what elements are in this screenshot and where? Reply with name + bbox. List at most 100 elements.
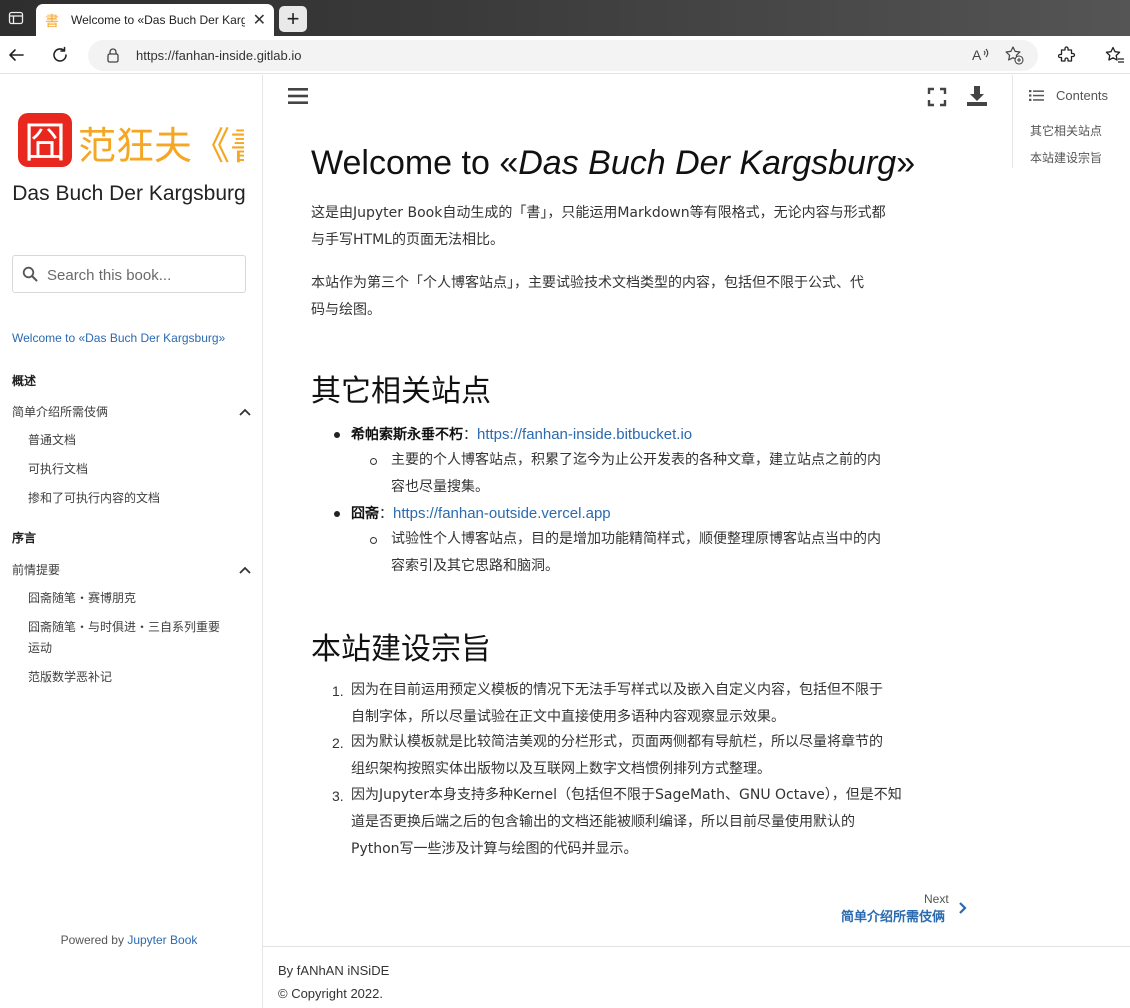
search-input[interactable] [47,264,237,286]
related-item-1-desc: 主要的个人博客站点，积累了迄今为止公开发表的各种文章，建立站点之前的内 容也尽量… [391,447,961,501]
favorites-icon[interactable] [1104,44,1126,66]
heading-related-sites: 其它相关站点 [311,374,491,409]
left-sidebar: 囧 范狂夫《書》 Das Buch Der Kargsburg Welcome … [0,75,306,1008]
powered-by: Powered by Jupyter Book [0,933,258,947]
title-suffix: » [896,144,916,182]
tab-title: Welcome to «Das Buch Der Kargsburg» [71,13,245,27]
purpose-item-3-line1: 因为Jupyter本身支持多种Kernel（包括但不限于SageMath、GNU… [351,787,902,803]
related-item-2-desc: 试验性个人博客站点，目的是增加功能精简样式，顺便整理原博客站点当中的内 容索引及… [391,526,961,580]
intro-line1: 这是由Jupyter Book自动生成的「書」，只能运用Markdown等有限格… [311,205,886,221]
list-icon [1029,90,1044,101]
sidebar-item-section2[interactable]: 前情提要 [12,561,60,578]
purpose-paragraph: 本站作为第三个「个人博客站点」，主要试验技术文档类型的内容，包括但不限于公式、代… [311,270,963,324]
related-item-1-desc-line1: 主要的个人博客站点，积累了迄今为止公开发表的各种文章，建立站点之前的内 [391,452,881,468]
next-label: Next [924,892,949,906]
title-prefix: Welcome to « [311,144,519,182]
page-toc: Contents 其它相关站点 本站建设宗旨 [1012,75,1130,168]
purpose-item-1-line2: 自制字体，所以尽量试验在正文中直接使用多语种内容观察显示效果。 [351,709,785,725]
read-aloud-icon[interactable]: A [970,45,990,69]
address-bar[interactable]: https://fanhan-inside.gitlab.io A [88,40,1038,71]
purpose-item-3-line2: 道是否更换后端之后的包含输出的文档还能被顺利编译，所以目前尽量使用默认的 [351,814,855,830]
purpose-line2: 码与绘图。 [311,302,381,318]
list-number: 2. [332,735,344,751]
bullet-dot [334,511,340,517]
related-item-1-name: 希帕索斯永垂不朽 [351,427,463,443]
svg-text:A: A [972,47,982,63]
bullet-dot [334,432,340,438]
footer-copyright: © Copyright 2022. [278,986,383,1001]
logo-text: 范狂夫《書》 [78,124,244,168]
url-text[interactable]: https://fanhan-inside.gitlab.io [136,48,302,63]
download-icon[interactable] [965,84,989,108]
purpose-item-2: 因为默认模板就是比较简洁美观的分栏形式，页面两侧都有导航栏，所以尽量将章节的 组… [351,729,971,783]
tab-close-icon[interactable]: ✕ [253,12,266,28]
sidebar-item-cyberpunk[interactable]: 囧斋随笔・赛博朋克 [28,589,136,606]
site-logo[interactable]: 囧 范狂夫《書》 [16,111,306,175]
purpose-item-3: 因为Jupyter本身支持多种Kernel（包括但不限于SageMath、GNU… [351,782,971,863]
sidebar-item-mixed-doc[interactable]: 掺和了可执行内容的文档 [28,489,160,506]
bullet-circle [370,537,377,544]
footer-author: By fANhAN iNSiDE [278,963,390,978]
sidebar-caption-overview: 概述 [12,374,37,388]
sidebar-item-section1[interactable]: 简单介绍所需伎俩 [12,403,108,420]
page-title: Welcome to «Das Buch Der Kargsburg» [311,144,915,183]
toc-item-related[interactable]: 其它相关站点 [1030,122,1102,139]
purpose-item-2-line2: 组织架构按照实体出版物以及互联网上数字文档惯例排列方式整理。 [351,761,771,777]
sidebar-item-three-self-cont[interactable]: 运动 [28,639,52,656]
sidebar-item-math-notes[interactable]: 范版数学恶补记 [28,668,112,685]
add-favorite-icon[interactable] [1004,45,1024,69]
chevron-right-icon[interactable] [957,901,967,915]
related-item-2-desc-line1: 试验性个人博客站点，目的是增加功能精简样式，顺便整理原博客站点当中的内 [391,531,881,547]
sidebar-item-plain-doc[interactable]: 普通文档 [28,431,76,448]
purpose-item-2-line1: 因为默认模板就是比较简洁美观的分栏形式，页面两侧都有导航栏，所以尽量将章节的 [351,734,883,750]
intro-line2: 与手写HTML的页面无法相比。 [311,232,504,248]
purpose-item-1: 因为在目前运用预定义模板的情况下无法手写样式以及嵌入自定义内容，包括但不限于 自… [351,677,971,731]
tab-actions-icon[interactable] [4,6,28,30]
browser-tab[interactable]: 書 Welcome to «Das Buch Der Kargsburg» ✕ [36,4,274,36]
sidebar-caption-preface: 序言 [12,531,37,545]
new-tab-button[interactable]: + [279,6,307,32]
search-icon [22,266,38,286]
related-item-1: 希帕索斯永垂不朽：https://fanhan-inside.bitbucket… [351,421,692,449]
related-item-2-desc-line2: 容索引及其它思路和脑洞。 [391,558,559,574]
powered-by-prefix: Powered by [60,933,124,947]
page-footer: By fANhAN iNSiDE © Copyright 2022. [263,946,1130,1008]
related-item-1-sep: ： [463,427,477,443]
related-item-2-sep: ： [379,506,393,522]
lock-icon[interactable] [106,47,120,67]
refresh-icon[interactable] [49,44,71,66]
list-number: 1. [332,683,344,699]
browser-tab-bar: 書 Welcome to «Das Buch Der Kargsburg» ✕ … [0,0,1130,36]
chevron-up-icon[interactable] [238,565,252,575]
fullscreen-icon[interactable] [927,87,947,107]
purpose-item-1-line1: 因为在目前运用预定义模板的情况下无法手写样式以及嵌入自定义内容，包括但不限于 [351,682,883,698]
toc-header: Contents [1029,88,1108,103]
intro-paragraph: 这是由Jupyter Book自动生成的「書」，只能运用Markdown等有限格… [311,200,963,254]
favicon-icon: 書 [44,11,62,30]
related-item-1-desc-line2: 容也尽量搜集。 [391,479,489,495]
bullet-circle [370,458,377,465]
book-title[interactable]: Das Buch Der Kargsburg [0,181,258,207]
related-item-2-link[interactable]: https://fanhan-outside.vercel.app [393,505,611,522]
jupyter-book-link[interactable]: Jupyter Book [127,933,197,947]
menu-toggle-icon[interactable] [288,86,308,106]
sidebar-item-executable-doc[interactable]: 可执行文档 [28,460,88,477]
logo-seal-glyph: 囧 [24,118,66,167]
related-item-1-link[interactable]: https://fanhan-inside.bitbucket.io [477,426,692,443]
browser-toolbar: https://fanhan-inside.gitlab.io A [0,36,1130,74]
back-icon[interactable] [5,44,27,66]
extensions-icon[interactable] [1056,44,1078,66]
sidebar-item-three-self[interactable]: 囧斋随笔・与时俱进・三自系列重要 [28,618,220,635]
purpose-item-3-line3: Python写一些涉及计算与绘图的代码并显示。 [351,841,638,857]
heading-site-purpose: 本站建设宗旨 [311,632,491,667]
title-emphasis: Das Buch Der Kargsburg [518,144,897,182]
chevron-up-icon[interactable] [238,407,252,417]
next-page-link[interactable]: 简单介绍所需伎俩 [841,906,945,925]
toc-header-label: Contents [1056,88,1109,103]
search-box[interactable] [12,255,246,293]
toc-item-purpose[interactable]: 本站建设宗旨 [1030,149,1102,166]
sidebar-item-home[interactable]: Welcome to «Das Buch Der Kargsburg» [12,331,225,345]
related-item-2-name: 囧斋 [351,506,379,522]
list-number: 3. [332,788,344,804]
purpose-line1: 本站作为第三个「个人博客站点」，主要试验技术文档类型的内容，包括但不限于公式、代 [311,275,864,291]
